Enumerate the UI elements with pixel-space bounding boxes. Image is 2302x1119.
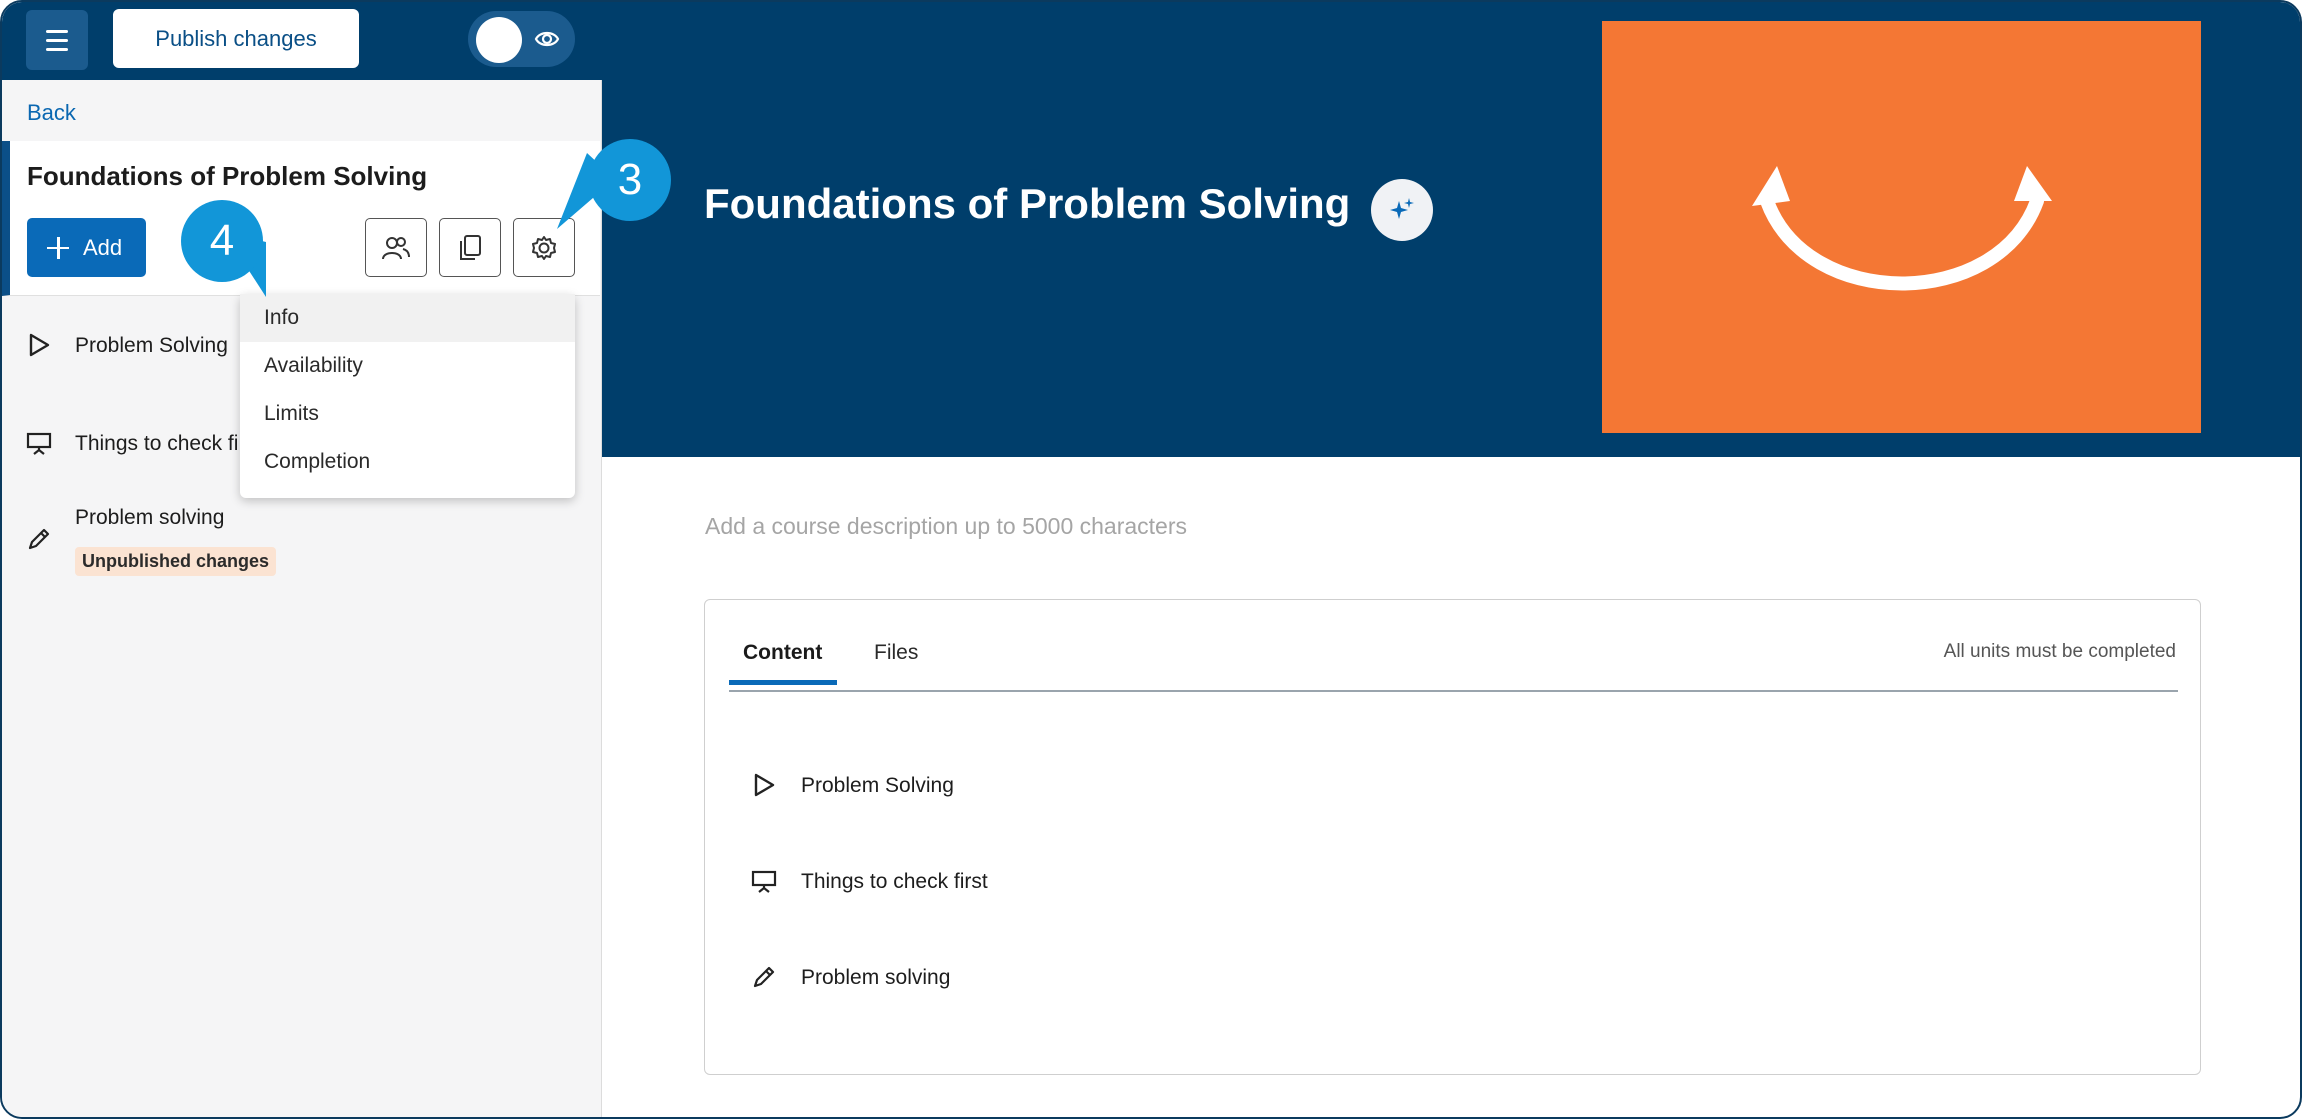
plus-icon — [47, 236, 69, 259]
app-window: Publish changes Back Foundations of Prob… — [0, 0, 2302, 1119]
sidebar-course-title: Foundations of Problem Solving — [27, 161, 428, 191]
sidebar-unit-label: Problem Solving — [75, 334, 228, 357]
content-panel: Content Files All units must be complete… — [704, 599, 2201, 1075]
tab-files[interactable]: Files — [874, 641, 918, 665]
content-unit-label[interactable]: Problem solving — [801, 966, 950, 990]
menu-item-availability[interactable]: Availability — [240, 342, 575, 390]
tab-divider — [729, 690, 2178, 692]
add-button[interactable]: Add — [27, 218, 146, 277]
presentation-icon — [26, 432, 52, 455]
copy-icon — [460, 234, 481, 260]
active-tab-indicator — [729, 680, 837, 685]
completion-rule-text: All units must be completed — [1943, 641, 2176, 662]
sidebar-unit-label: Things to check fi — [75, 432, 239, 455]
content-unit-label[interactable]: Things to check first — [801, 870, 988, 894]
settings-dropdown-menu: Info Availability Limits Completion — [240, 294, 575, 498]
toggle-knob — [476, 17, 522, 63]
tab-content[interactable]: Content — [743, 641, 822, 665]
content-unit-label[interactable]: Problem Solving — [801, 774, 954, 798]
hamburger-menu-icon[interactable] — [26, 10, 88, 70]
course-cover-image[interactable] — [1602, 21, 2201, 433]
unpublished-changes-badge: Unpublished changes — [75, 547, 277, 576]
users-icon — [382, 236, 410, 259]
ai-sparkle-button[interactable] — [1371, 179, 1433, 241]
gear-icon — [532, 235, 556, 260]
play-icon — [754, 773, 775, 797]
sidebar-unit-label: Problem solving — [75, 506, 225, 529]
page-title: Foundations of Problem Solving — [704, 180, 1351, 227]
menu-item-completion[interactable]: Completion — [240, 438, 575, 486]
pencil-icon — [28, 528, 50, 550]
sidebar-topbar: Publish changes — [2, 2, 602, 80]
copy-button[interactable] — [439, 218, 501, 277]
add-button-label: Add — [83, 234, 123, 260]
back-link[interactable]: Back — [27, 100, 76, 126]
callout-badge-3: 3 — [589, 139, 671, 221]
smile-arrows-illustration — [1752, 166, 2052, 291]
presentation-icon — [751, 870, 777, 893]
users-button[interactable] — [365, 218, 427, 277]
callout-badge-4: 4 — [181, 200, 263, 282]
course-description-input[interactable]: Add a course description up to 5000 char… — [705, 513, 1187, 540]
pencil-icon — [753, 966, 775, 988]
play-icon — [29, 333, 50, 357]
course-sidebar: Publish changes Back Foundations of Prob… — [2, 2, 602, 1117]
publish-changes-button[interactable]: Publish changes — [113, 9, 359, 68]
sparkle-icon — [1390, 198, 1414, 219]
eye-icon — [534, 31, 560, 47]
preview-toggle[interactable] — [468, 11, 575, 67]
menu-item-limits[interactable]: Limits — [240, 390, 575, 438]
